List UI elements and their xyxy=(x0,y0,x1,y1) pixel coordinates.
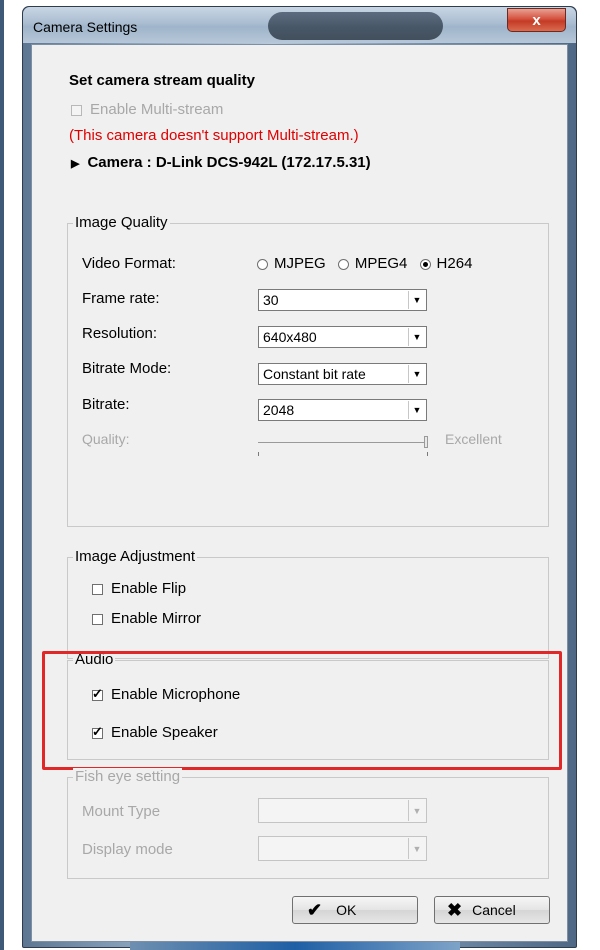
resolution-select[interactable]: 640x480 ▼ xyxy=(258,326,427,348)
dropdown-arrow-icon: ▼ xyxy=(408,838,425,859)
fisheye-group xyxy=(67,777,549,879)
mirror-label: Enable Mirror xyxy=(111,610,202,627)
frame-rate-label: Frame rate: xyxy=(82,290,160,307)
mount-type-select[interactable]: ▼ xyxy=(258,798,427,823)
multistream-option: Enable Multi-stream xyxy=(71,101,223,118)
quality-label: Quality: xyxy=(82,431,130,447)
mjpeg-label: MJPEG xyxy=(274,255,326,272)
close-button[interactable]: x xyxy=(507,8,566,32)
flip-checkbox[interactable] xyxy=(92,583,103,595)
image-quality-title: Image Quality xyxy=(73,214,170,231)
camera-settings-window: Camera Settings x Set camera stream qual… xyxy=(22,6,577,948)
slider-tick xyxy=(427,452,428,456)
title-bar-glass xyxy=(268,12,443,40)
cancel-button[interactable]: ✖ Cancel xyxy=(434,896,550,924)
slider-track xyxy=(258,442,428,443)
format-option-mpeg4[interactable]: MPEG4 xyxy=(337,255,408,272)
mpeg4-label: MPEG4 xyxy=(354,255,408,272)
dialog-body: Set camera stream quality Enable Multi-s… xyxy=(31,44,568,942)
mpeg4-radio[interactable] xyxy=(337,258,349,270)
quality-max-label: Excellent xyxy=(445,431,502,447)
flip-option[interactable]: Enable Flip xyxy=(92,580,186,597)
bitrate-value: 2048 xyxy=(263,402,295,418)
bitrate-select[interactable]: 2048 ▼ xyxy=(258,399,427,421)
slider-thumb[interactable] xyxy=(424,436,428,448)
mjpeg-radio[interactable] xyxy=(257,258,268,270)
format-option-h264[interactable]: H264 xyxy=(419,255,473,272)
multistream-notice: (This camera doesn't support Multi-strea… xyxy=(69,127,359,144)
display-mode-label: Display mode xyxy=(82,841,173,858)
dropdown-arrow-icon: ▼ xyxy=(408,365,425,383)
fisheye-title: Fish eye setting xyxy=(73,768,183,785)
h264-radio[interactable] xyxy=(419,258,431,270)
resolution-label: Resolution: xyxy=(82,325,158,342)
video-format-options: MJPEG MPEG4 H264 xyxy=(257,255,472,272)
mount-type-label: Mount Type xyxy=(82,803,161,820)
bitrate-mode-label: Bitrate Mode: xyxy=(82,360,172,377)
ok-label: OK xyxy=(336,902,357,918)
x-icon: ✖ xyxy=(447,899,463,920)
resolution-value: 640x480 xyxy=(263,329,317,345)
frame-rate-value: 30 xyxy=(263,292,279,308)
close-icon: x xyxy=(532,11,541,29)
flip-label: Enable Flip xyxy=(111,580,187,597)
checkmark-icon: ✔ xyxy=(307,899,323,920)
frame-rate-select[interactable]: 30 ▼ xyxy=(258,289,427,311)
image-adjustment-title: Image Adjustment xyxy=(73,548,198,565)
window-title: Camera Settings xyxy=(33,19,138,35)
mirror-option[interactable]: Enable Mirror xyxy=(92,610,201,627)
slider-tick xyxy=(258,452,259,456)
window-edge xyxy=(0,0,4,950)
quality-slider[interactable] xyxy=(258,434,428,456)
stream-quality-heading: Set camera stream quality xyxy=(69,72,255,89)
camera-expander[interactable]: ▶ Camera : D-Link DCS-942L (172.17.5.31) xyxy=(71,154,371,171)
multistream-checkbox[interactable] xyxy=(71,104,82,116)
bitrate-label: Bitrate: xyxy=(82,396,130,413)
image-adjustment-group xyxy=(67,557,549,659)
audio-highlight-box xyxy=(42,651,562,770)
h264-label: H264 xyxy=(436,255,473,272)
mirror-checkbox[interactable] xyxy=(92,613,103,625)
dropdown-arrow-icon: ▼ xyxy=(408,328,425,346)
camera-label: Camera : D-Link DCS-942L (172.17.5.31) xyxy=(87,154,371,171)
bitrate-mode-value: Constant bit rate xyxy=(263,366,366,382)
title-bar[interactable]: Camera Settings x xyxy=(23,7,576,43)
display-mode-select[interactable]: ▼ xyxy=(258,836,427,861)
ok-button[interactable]: ✔ OK xyxy=(292,896,418,924)
dropdown-arrow-icon: ▼ xyxy=(408,800,425,821)
bitrate-mode-select[interactable]: Constant bit rate ▼ xyxy=(258,363,427,385)
format-option-mjpeg[interactable]: MJPEG xyxy=(257,255,326,272)
dropdown-arrow-icon: ▼ xyxy=(408,401,425,419)
expand-arrow-icon: ▶ xyxy=(71,158,80,170)
dropdown-arrow-icon: ▼ xyxy=(408,291,425,309)
taskbar-strip xyxy=(130,942,460,950)
multistream-label: Enable Multi-stream xyxy=(90,101,224,118)
video-format-label: Video Format: xyxy=(82,255,176,272)
cancel-label: Cancel xyxy=(472,902,516,918)
